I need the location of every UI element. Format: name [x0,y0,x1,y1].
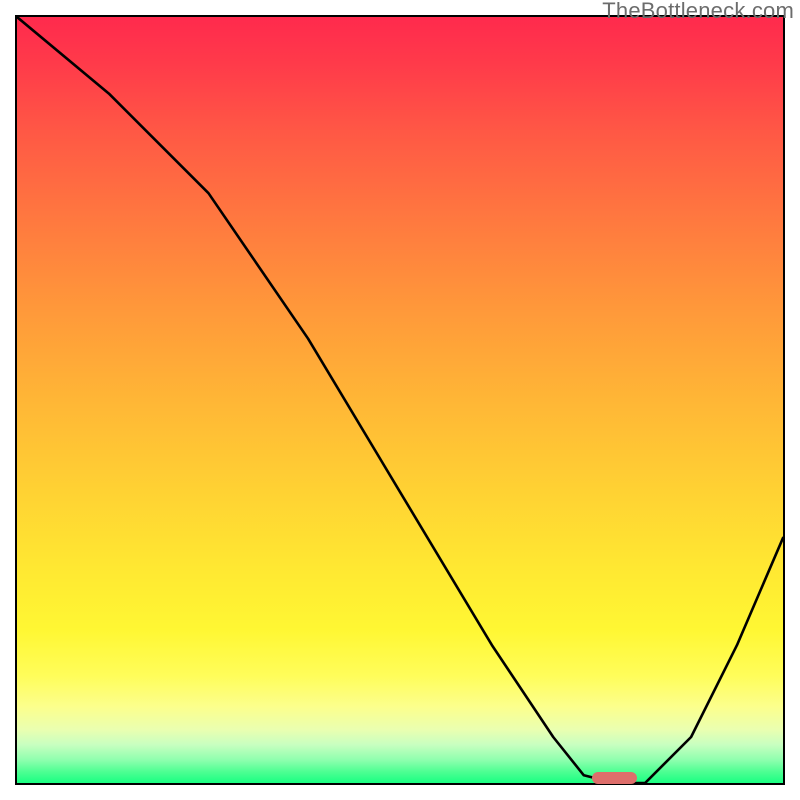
curve-path [17,17,783,783]
chart-frame [15,15,785,785]
watermark-text: TheBottleneck.com [602,0,794,24]
optimal-range-marker [592,772,638,784]
bottleneck-curve [17,17,783,783]
